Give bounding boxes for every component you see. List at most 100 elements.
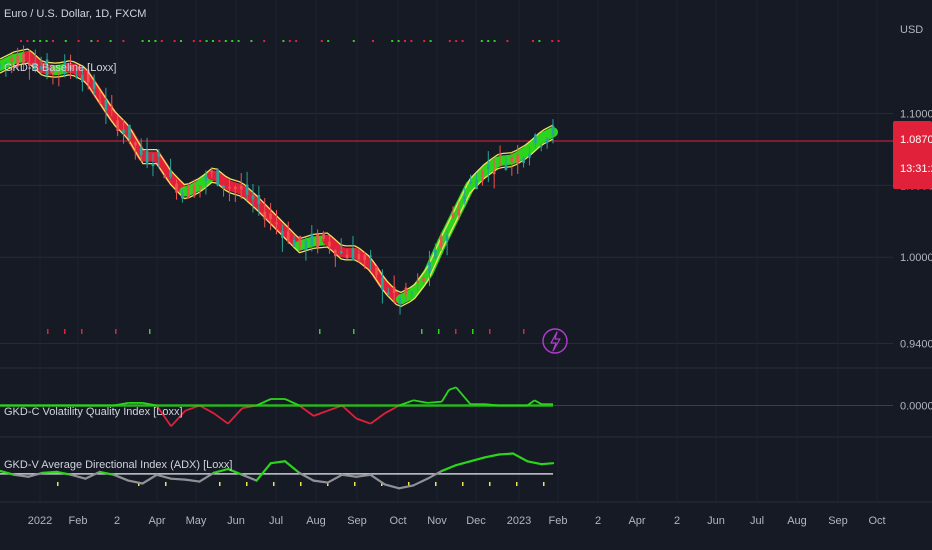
vqi-line-segment: [448, 386, 457, 391]
candle-body: [516, 154, 520, 164]
time-axis-label: Oct: [389, 515, 406, 527]
candle-body: [522, 158, 525, 163]
candle-body: [216, 169, 219, 186]
adx-tick: [489, 482, 491, 486]
adx-tick: [462, 482, 464, 486]
chart-canvas[interactable]: 1.100001.050001.000000.940000.000002022F…: [0, 0, 932, 550]
signal-dot: [64, 40, 67, 42]
alert-lightning-icon[interactable]: [542, 328, 568, 354]
candle-body: [486, 164, 490, 170]
candle-body: [545, 138, 549, 143]
candle-body: [251, 195, 255, 200]
signal-dot: [26, 40, 29, 42]
time-axis-label: Aug: [306, 515, 326, 527]
candle-body: [192, 185, 196, 197]
last-price-tag[interactable]: 1.08706 13:31:27: [893, 121, 932, 189]
candle-body: [198, 185, 202, 187]
candle-body: [186, 185, 190, 199]
adx-line-segment: [169, 477, 187, 481]
signal-dot: [448, 40, 451, 42]
time-axis-label: Feb: [69, 515, 88, 527]
adx-line-segment: [511, 452, 529, 463]
time-axis-label: Aug: [787, 515, 807, 527]
adx-line-segment: [526, 460, 543, 466]
time-axis-label: 2: [674, 515, 680, 527]
price-axis-label: 0.94000: [900, 338, 932, 350]
signal-tick: [319, 329, 321, 334]
signal-dot: [352, 40, 355, 42]
vqi-line-segment: [455, 386, 472, 405]
candle-body: [363, 254, 367, 260]
time-axis-label: Sep: [828, 515, 848, 527]
signal-dot: [288, 40, 291, 42]
signal-dot: [295, 40, 298, 42]
grid-lines: [0, 0, 932, 503]
candle-body: [298, 236, 302, 246]
adx-line-segment: [397, 484, 415, 490]
adx-tick: [354, 482, 356, 486]
signal-dot: [429, 40, 432, 42]
candle-body: [416, 280, 419, 283]
candle-body: [92, 80, 96, 89]
time-axis-label: Feb: [549, 515, 568, 527]
candle-body: [139, 146, 143, 156]
trading-chart[interactable]: 1.100001.050001.000000.940000.000002022F…: [0, 0, 932, 550]
time-axis-label: Sep: [347, 515, 367, 527]
adx-tick: [57, 482, 59, 486]
baseline-indicator-title[interactable]: GKD-B Baseline [Loxx]: [4, 62, 117, 74]
adx-line-segment: [497, 452, 515, 456]
candle-body: [75, 75, 78, 78]
vqi-line-segment: [298, 404, 315, 417]
candle-body: [328, 241, 331, 247]
candle-body: [386, 292, 390, 294]
candle-body: [245, 184, 249, 195]
signal-tick: [489, 329, 491, 334]
vqi-line-segment: [356, 417, 371, 425]
adx-indicator-title[interactable]: GKD-V Average Directional Index (ADX) [L…: [4, 459, 232, 471]
candle-body: [157, 152, 161, 157]
candle-body: [375, 267, 378, 276]
candle-body: [404, 287, 408, 295]
signal-dot: [148, 40, 150, 42]
candle-body: [457, 209, 461, 216]
signal-dot: [263, 40, 266, 42]
signal-dot: [461, 40, 464, 42]
signal-dot: [410, 40, 413, 42]
candle-body: [410, 292, 414, 294]
candle-body: [481, 170, 484, 182]
adx-line-segment: [184, 478, 201, 483]
candle-body: [292, 239, 296, 247]
time-axis-label: Oct: [868, 515, 885, 527]
signal-dot: [532, 40, 534, 42]
symbol-title[interactable]: Euro / U.S. Dollar, 1D, FXCM: [4, 8, 146, 20]
signal-tick: [438, 329, 440, 334]
candle-body: [151, 163, 155, 167]
candle-body: [528, 153, 531, 158]
candle-body: [204, 175, 208, 182]
vqi-line-segment: [413, 399, 428, 404]
signal-dot: [109, 40, 112, 42]
time-axis-label: Jul: [750, 515, 764, 527]
candle-body: [145, 150, 149, 165]
signal-dot: [551, 40, 554, 42]
adx-line-segment: [112, 473, 130, 482]
signal-dot: [231, 40, 234, 42]
adx-line-segment: [440, 464, 458, 473]
signal-tick: [353, 329, 355, 334]
candle-body: [134, 142, 137, 146]
signal-tick: [455, 329, 457, 334]
candle-body: [228, 186, 231, 189]
signal-dot: [160, 40, 163, 42]
vqi-indicator-title[interactable]: GKD-C Volatility Quality Index [Loxx]: [4, 406, 183, 418]
adx-line-segment: [326, 473, 344, 484]
candle-body: [439, 236, 443, 248]
candle-body: [492, 170, 496, 175]
signal-dot: [404, 40, 406, 42]
candle-body: [322, 232, 325, 239]
candle-body: [369, 255, 372, 257]
currency-label[interactable]: USD: [900, 24, 923, 36]
signal-dot: [557, 40, 560, 42]
signal-tick: [64, 329, 66, 334]
signal-dot: [180, 40, 182, 42]
adx-line-segment: [41, 470, 59, 474]
